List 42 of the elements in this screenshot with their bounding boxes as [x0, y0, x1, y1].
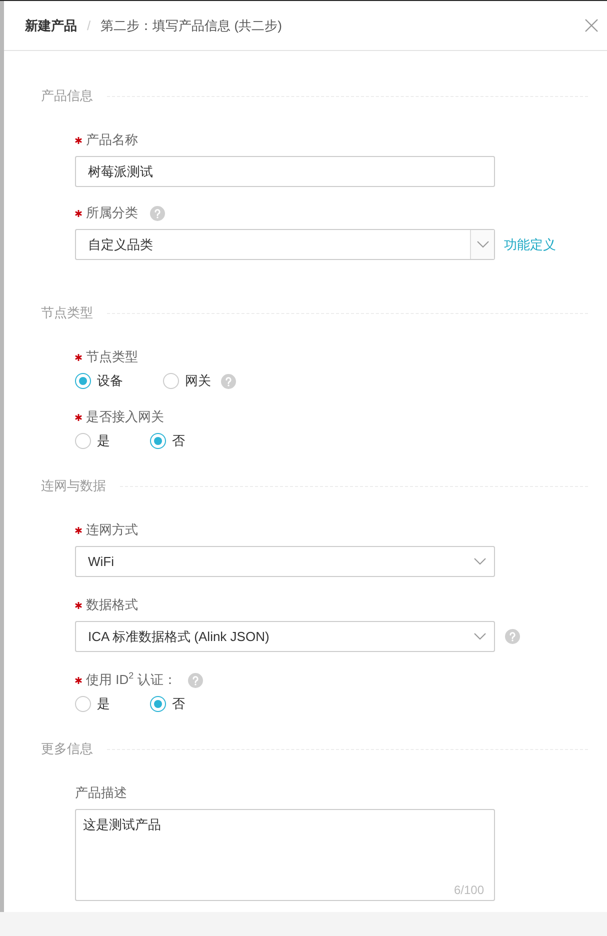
radio-button[interactable] [150, 433, 166, 449]
section-title: 节点类型 [41, 304, 93, 322]
radio-button[interactable] [75, 696, 91, 712]
radio-button[interactable] [150, 696, 166, 712]
char-counter: 6/100 [454, 883, 484, 897]
section-title: 连网与数据 [41, 477, 106, 495]
description-textarea[interactable]: 这是测试产品 6/100 [75, 809, 495, 901]
radio-option[interactable]: 否 [150, 694, 185, 714]
caret-icon [474, 633, 486, 640]
field-label: 节点类型 [86, 348, 138, 366]
field-label: 所属分类 [86, 204, 138, 222]
radio-option[interactable]: 否 [150, 431, 185, 451]
breadcrumb-title: 新建产品 [25, 16, 77, 34]
radio-option[interactable]: 设备 [75, 371, 123, 391]
text-input[interactable]: 树莓派测试 [75, 156, 495, 187]
caret-icon [474, 558, 486, 565]
close-icon [584, 19, 598, 32]
field-label: 连网方式 [86, 521, 138, 539]
help-icon[interactable] [221, 374, 236, 388]
radio-option[interactable]: 网关 [163, 371, 211, 391]
radio-option[interactable]: 是 [75, 694, 110, 714]
radio-button[interactable] [163, 373, 179, 389]
field-label: 产品名称 [86, 131, 138, 149]
close-button[interactable] [584, 18, 598, 32]
help-icon[interactable] [188, 672, 204, 688]
breadcrumb-step: 第二步：填写产品信息 (共二步) [100, 16, 282, 34]
help-icon[interactable] [150, 206, 165, 220]
select-field[interactable]: ICA 标准数据格式 (Alink JSON) [75, 621, 495, 652]
field-label: 是否接入网关 [86, 408, 164, 426]
radio-option[interactable]: 是 [75, 431, 110, 451]
select-field[interactable]: 自定义品类 [75, 229, 495, 260]
section-title: 更多信息 [41, 740, 93, 758]
breadcrumb-separator: / [87, 18, 91, 33]
field-label: 产品描述 [75, 784, 127, 802]
field-label: 数据格式 [86, 596, 138, 614]
radio-button[interactable] [75, 433, 91, 449]
radio-button[interactable] [75, 373, 91, 389]
caret-icon [476, 241, 488, 248]
help-icon[interactable] [505, 629, 520, 644]
select-field[interactable]: WiFi [75, 546, 495, 577]
section-title: 产品信息 [41, 87, 93, 105]
field-label: 使用 ID$^{2}$ 认证： [86, 671, 176, 689]
